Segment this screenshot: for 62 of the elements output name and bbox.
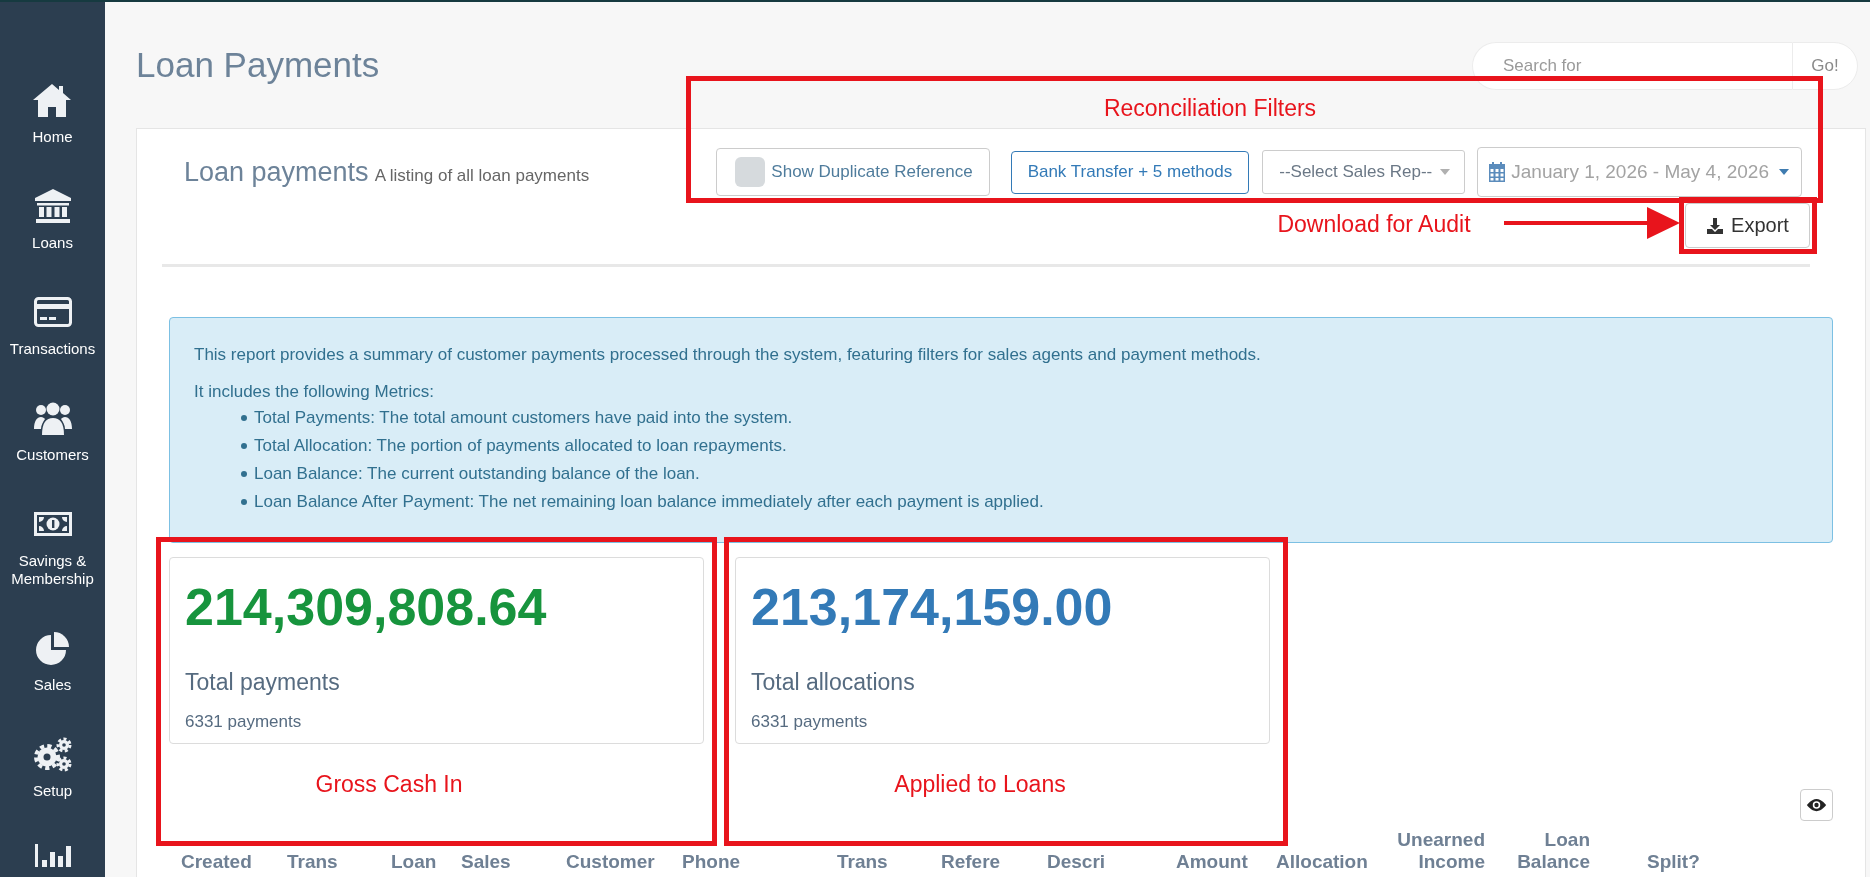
house-icon <box>32 82 73 118</box>
column-visibility-button[interactable] <box>1800 789 1833 821</box>
column-header: Loan <box>391 851 437 872</box>
column-header: Trans <box>837 851 888 872</box>
caret-icon <box>1779 169 1789 175</box>
export-button[interactable]: Export <box>1685 203 1810 248</box>
sidebar-item[interactable]: Savings & Membership <box>0 506 105 588</box>
annotation-label: Applied to Loans <box>894 770 1066 798</box>
column-header: Created <box>181 851 252 872</box>
eye-icon <box>1806 798 1827 812</box>
column-header: Amount <box>1176 851 1248 872</box>
column-header: Unearned Income <box>1397 829 1485 872</box>
search-button[interactable]: Go! <box>1792 42 1858 90</box>
metric-count: 6331 payments <box>751 712 868 732</box>
sidebar-item[interactable]: Setup <box>29 736 76 800</box>
sidebar-item[interactable]: Sales <box>29 630 76 694</box>
checkbox[interactable] <box>735 157 766 187</box>
annotation-label: Reconciliation Filters <box>1103 94 1317 122</box>
column-header: Refere <box>941 851 1001 872</box>
sidebar-item[interactable]: Loans <box>29 188 76 252</box>
users-icon <box>32 400 73 436</box>
info-text: It includes the following Metrics: <box>194 381 435 403</box>
column-header: Loan Balance <box>1517 829 1590 872</box>
column-header: Phone <box>682 851 741 872</box>
info-list-item: Loan Balance After Payment: The net remaining loan balance immediately after each payment is applied. <box>254 491 1044 513</box>
bullet-icon <box>241 415 247 421</box>
sidebar-item[interactable]: Customers <box>13 400 92 464</box>
column-header: Allocation <box>1276 851 1368 872</box>
sales-rep-dropdown[interactable]: --Select Sales Rep-- <box>1262 150 1466 194</box>
sidebar-item[interactable]: Home <box>29 82 76 146</box>
column-header: Trans <box>287 851 338 872</box>
annotation-label: Gross Cash In <box>315 770 463 798</box>
info-text: This report provides a summary of customer payments processed through the system, featuring filters for sales agents and payment methods. <box>194 344 1262 366</box>
sidebar-item[interactable]: Transactions <box>6 294 99 358</box>
bullet-icon <box>241 471 247 477</box>
bar-chart-icon[interactable] <box>32 842 73 867</box>
calendar-icon <box>1488 162 1507 182</box>
column-header: Descri <box>1047 851 1106 872</box>
panel-subtitle: A listing of all loan payments <box>374 165 590 186</box>
column-header: Split? <box>1647 851 1700 872</box>
metric-label: Total payments <box>185 669 340 695</box>
page-title: Loan Payments <box>136 44 380 86</box>
bullet-icon <box>241 443 247 449</box>
duplicate-reference-toggle[interactable]: Show Duplicate Reference <box>716 148 990 196</box>
bullet-icon <box>241 499 247 505</box>
gears-icon <box>32 736 73 772</box>
info-list-item: Total Payments: The total amount customers have paid into the system. <box>254 407 793 429</box>
caret-icon <box>1440 169 1451 175</box>
metric-value: 213,174,159.00 <box>751 577 1113 637</box>
annotation-label: Download for Audit <box>1277 210 1471 238</box>
payment-methods-button[interactable]: Bank Transfer + 5 methods <box>1010 150 1250 194</box>
metric-count: 6331 payments <box>185 712 302 732</box>
metric-value: 214,309,808.64 <box>185 577 547 637</box>
column-header: Customer <box>566 851 655 872</box>
column-header: Sales <box>461 851 511 872</box>
bank-icon <box>32 188 73 224</box>
info-list-item: Loan Balance: The current outstanding balance of the loan. <box>254 463 700 485</box>
info-list-item: Total Allocation: The portion of payments allocated to loan repayments. <box>254 435 787 457</box>
credit-card-icon <box>32 294 73 330</box>
metric-label: Total allocations <box>751 669 915 695</box>
panel-title: Loan payments <box>184 156 369 188</box>
download-icon <box>1706 216 1725 235</box>
